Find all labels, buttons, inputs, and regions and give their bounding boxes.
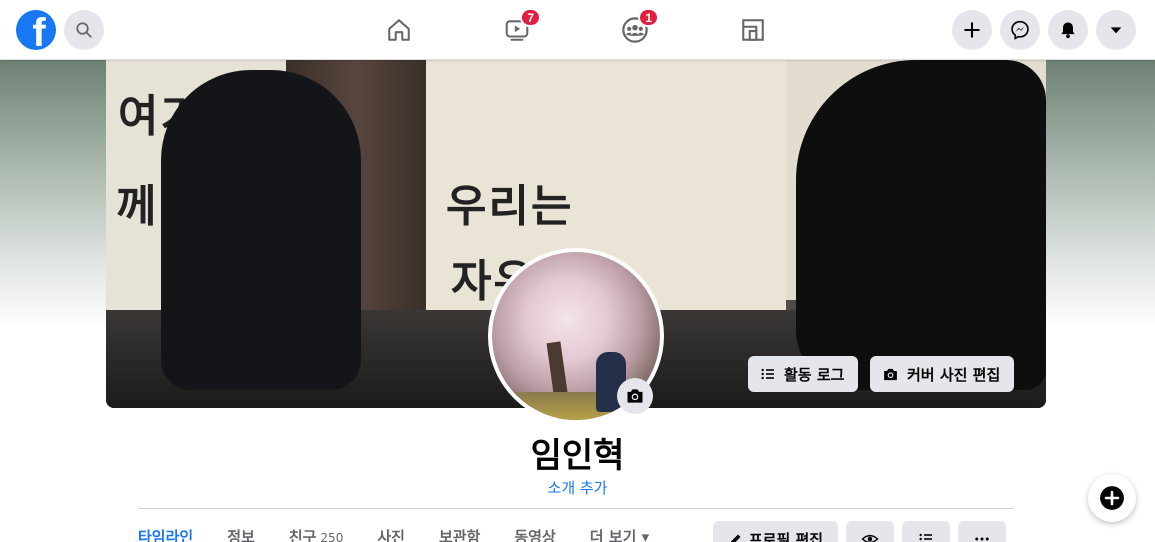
nav-groups[interactable]: 1: [617, 8, 659, 48]
tab-timeline[interactable]: 타임라인: [138, 526, 193, 542]
update-profile-picture-button[interactable]: [617, 378, 653, 414]
add-bio-label: 소개 추가: [547, 479, 608, 497]
tab-about-label: 정보: [227, 528, 255, 542]
edit-cover-label: 커버 사진 편집: [907, 365, 1001, 384]
search-button[interactable]: [64, 10, 104, 50]
activity-list-button[interactable]: [902, 521, 950, 542]
cover-person-left: [161, 70, 361, 390]
tab-timeline-label: 타임라인: [138, 528, 194, 542]
notifications-icon: [1061, 22, 1075, 39]
plus-icon: [964, 22, 980, 38]
watch-badge: 7: [520, 8, 541, 27]
tab-more[interactable]: 더 보기 ▾: [590, 526, 649, 542]
profile-tabs: 타임라인 정보 친구 250 사진 보관함 동영상 더 보기 ▾: [138, 526, 683, 542]
search-icon: [76, 22, 92, 38]
profile-name: 임인혁: [530, 436, 625, 476]
tab-friends[interactable]: 친구 250: [289, 526, 344, 542]
camera-icon: [884, 368, 897, 380]
tab-archive[interactable]: 보관함: [439, 526, 480, 542]
tab-about[interactable]: 정보: [227, 526, 255, 542]
facebook-logo-letter: f: [32, 11, 46, 50]
edit-profile-button[interactable]: 프로필 편집: [713, 521, 838, 542]
top-navigation-bar: f 7 1: [0, 0, 1155, 60]
eye-icon: [861, 534, 879, 542]
dropdown-icon: [1110, 27, 1122, 34]
friends-count: 250: [320, 531, 344, 542]
mural-text-3: 우리는: [446, 181, 574, 232]
list-icon: [919, 533, 932, 542]
add-bio-link[interactable]: 소개 추가: [0, 477, 1155, 498]
tab-more-label: 더 보기 ▾: [589, 528, 650, 542]
nav-home[interactable]: [381, 12, 417, 48]
camera-icon: [627, 389, 643, 403]
compose-plus-icon: [1100, 486, 1124, 510]
list-icon: [761, 368, 774, 380]
messenger-icon: [1011, 20, 1029, 40]
facebook-logo[interactable]: f: [16, 10, 56, 50]
more-icon: [975, 537, 989, 541]
more-options-button[interactable]: [958, 521, 1006, 542]
activity-log-button[interactable]: 활동 로그: [748, 356, 858, 392]
view-as-button[interactable]: [846, 521, 894, 542]
tab-videos-label: 동영상: [514, 528, 556, 542]
cover-person-right: [796, 60, 1046, 390]
pencil-icon: [730, 534, 741, 542]
create-button[interactable]: [952, 10, 992, 50]
edit-profile-label: 프로필 편집: [748, 530, 824, 542]
account-menu-button[interactable]: [1096, 10, 1136, 50]
groups-badge: 1: [638, 8, 659, 27]
activity-log-label: 활동 로그: [784, 365, 845, 384]
tab-photos[interactable]: 사진: [377, 526, 405, 542]
messenger-button[interactable]: [1000, 10, 1040, 50]
new-message-button[interactable]: [1088, 474, 1136, 522]
home-icon: [388, 19, 410, 41]
tab-friends-label: 친구: [288, 528, 317, 542]
edit-cover-photo-button[interactable]: 커버 사진 편집: [870, 356, 1014, 392]
nav-watch[interactable]: 7: [499, 8, 541, 48]
nav-gaming[interactable]: [735, 12, 771, 48]
tab-archive-label: 보관함: [438, 528, 481, 542]
notifications-button[interactable]: [1048, 10, 1088, 50]
tab-videos[interactable]: 동영상: [514, 526, 555, 542]
profile-divider: [138, 508, 1014, 509]
tab-photos-label: 사진: [377, 528, 405, 542]
gaming-icon: [742, 19, 764, 41]
